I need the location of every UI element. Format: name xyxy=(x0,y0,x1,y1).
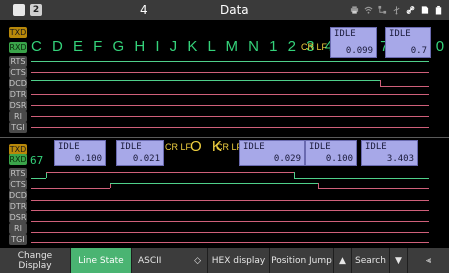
line-state-button[interactable]: Line State xyxy=(71,248,132,273)
usb-icon xyxy=(393,6,400,15)
search-up-button[interactable]: ▲ xyxy=(334,248,352,273)
label-cts: CTS xyxy=(9,179,27,190)
hex-display-button[interactable]: HEX display xyxy=(208,248,270,273)
label-dcd: DCD xyxy=(9,78,27,89)
menu-button[interactable]: ⫷ xyxy=(408,248,449,273)
tgi-line xyxy=(31,242,429,243)
label-dcd: DCD xyxy=(9,190,27,201)
label-rxd: RXD xyxy=(9,154,27,165)
page-title: Data xyxy=(220,3,249,17)
label-cts: CTS xyxy=(9,67,27,78)
rts-line xyxy=(31,61,429,62)
idle-box: IDLE 0.029 xyxy=(239,140,305,166)
updown-icon: ◇ xyxy=(194,255,201,266)
crlf-marker: CR LF xyxy=(301,42,328,52)
dcd-line xyxy=(31,200,429,201)
idle-box: IDLE 0.100 xyxy=(305,140,357,166)
rts-line-high xyxy=(46,172,294,173)
label-tgi: TGI xyxy=(9,234,27,245)
status-bar: 2 4 Data xyxy=(0,0,449,20)
analyzer-screen: 2 4 Data TXD RXD RTS CTS DCD DTR DSR RI … xyxy=(0,0,449,273)
search-button[interactable]: Search xyxy=(352,248,390,273)
idle-box: IDLE 0.100 xyxy=(54,140,106,166)
crlf-marker: CR LF xyxy=(165,142,192,152)
label-rts: RTS xyxy=(9,168,27,179)
cts-line-high xyxy=(110,183,318,184)
link-icon xyxy=(406,6,415,14)
idle-box: IDLE 3.403 xyxy=(361,140,418,166)
trace-area: TXD RXD RTS CTS DCD DTR DSR RI TGI C D E… xyxy=(0,20,449,248)
page-number: 4 xyxy=(140,3,148,17)
tgi-line xyxy=(31,127,429,128)
battery-icon xyxy=(435,5,442,15)
label-dtr: DTR xyxy=(9,201,27,212)
network-icon xyxy=(378,5,387,14)
idle-box: IDLE 0.021 xyxy=(116,140,164,166)
bottom-toolbar: Change Display Line State ASCII ◇ HEX di… xyxy=(0,248,449,273)
label-ri: RI xyxy=(9,223,27,234)
sd-card-icon xyxy=(421,6,429,14)
ri-line xyxy=(31,116,429,117)
black-square-icon xyxy=(13,4,25,16)
dcd-line-low xyxy=(380,86,429,87)
dtr-line xyxy=(31,210,429,211)
encoding-select[interactable]: ASCII ◇ xyxy=(132,248,208,273)
idle-box: IDLE 0.099 xyxy=(330,27,377,58)
wifi-icon xyxy=(364,6,373,14)
dtr-line xyxy=(31,94,429,95)
label-dsr: DSR xyxy=(9,212,27,223)
printer-icon xyxy=(350,6,359,14)
dsr-line xyxy=(31,105,429,106)
page-box: 2 xyxy=(30,4,42,16)
label-ri: RI xyxy=(9,111,27,122)
cts-line xyxy=(31,188,110,189)
encoding-value: ASCII xyxy=(138,255,162,266)
label-txd: TXD xyxy=(9,27,27,38)
search-down-button[interactable]: ▼ xyxy=(390,248,408,273)
rts-line xyxy=(294,178,429,179)
position-jump-button[interactable]: Position Jump xyxy=(270,248,334,273)
label-tgi: TGI xyxy=(9,122,27,133)
rxd-prefix: 67 xyxy=(30,154,44,167)
status-icons xyxy=(350,3,443,17)
cts-line xyxy=(318,188,429,189)
ri-line xyxy=(31,232,429,233)
label-rts: RTS xyxy=(9,56,27,67)
label-dtr: DTR xyxy=(9,89,27,100)
cts-line xyxy=(31,72,429,73)
idle-box: IDLE 0.7 xyxy=(385,27,431,58)
label-rxd: RXD xyxy=(9,42,27,53)
label-dsr: DSR xyxy=(9,100,27,111)
dsr-line xyxy=(31,221,429,222)
dcd-line xyxy=(31,80,381,81)
change-display-button[interactable]: Change Display xyxy=(0,248,71,273)
rts-line xyxy=(31,178,46,179)
